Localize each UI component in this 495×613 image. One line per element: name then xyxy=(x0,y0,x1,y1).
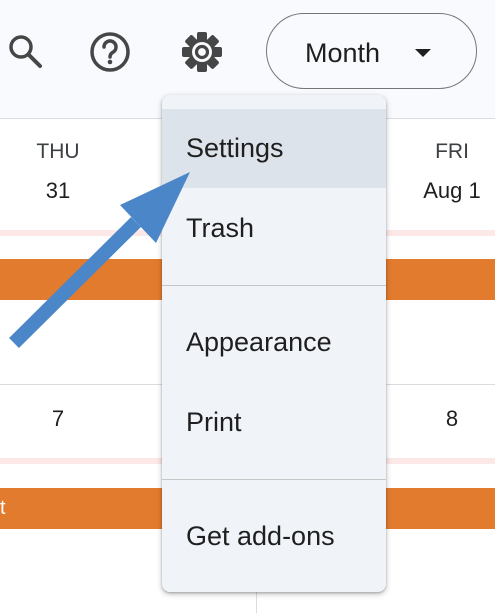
menu-item-label: Trash xyxy=(186,213,255,243)
search-icon xyxy=(9,35,42,68)
menu-item-label: Settings xyxy=(186,133,284,163)
gear-icon xyxy=(182,32,222,72)
menu-item-label: Appearance xyxy=(186,327,332,357)
search-button[interactable] xyxy=(2,28,50,76)
menu-divider xyxy=(162,285,386,286)
menu-item-label: Print xyxy=(186,407,242,437)
day-header-thu: THU xyxy=(36,140,80,163)
menu-item-get-add-ons[interactable]: Get add-ons xyxy=(162,497,386,576)
day-header-fri: FRI xyxy=(435,140,469,163)
date-fri[interactable]: Aug 1 xyxy=(402,178,495,204)
date-thu[interactable]: 31 xyxy=(18,178,98,204)
date-fri-next[interactable]: 8 xyxy=(412,406,492,432)
menu-item-print[interactable]: Print xyxy=(162,383,386,462)
menu-divider xyxy=(162,479,386,480)
settings-button[interactable] xyxy=(178,28,226,76)
help-button[interactable] xyxy=(86,28,134,76)
view-select-button[interactable]: Month xyxy=(266,13,477,89)
menu-item-label: Get add-ons xyxy=(186,521,335,551)
settings-menu: Settings Trash Appearance Print Get add-… xyxy=(162,95,386,592)
menu-item-appearance[interactable]: Appearance xyxy=(162,303,386,382)
caret-down-icon xyxy=(415,49,431,57)
event-bar-label: t xyxy=(0,497,6,519)
menu-item-settings[interactable]: Settings xyxy=(162,109,386,188)
date-thu-next[interactable]: 7 xyxy=(18,406,98,432)
view-select-label: Month xyxy=(305,38,381,68)
help-circle-icon xyxy=(90,32,130,72)
menu-item-trash[interactable]: Trash xyxy=(162,189,386,268)
